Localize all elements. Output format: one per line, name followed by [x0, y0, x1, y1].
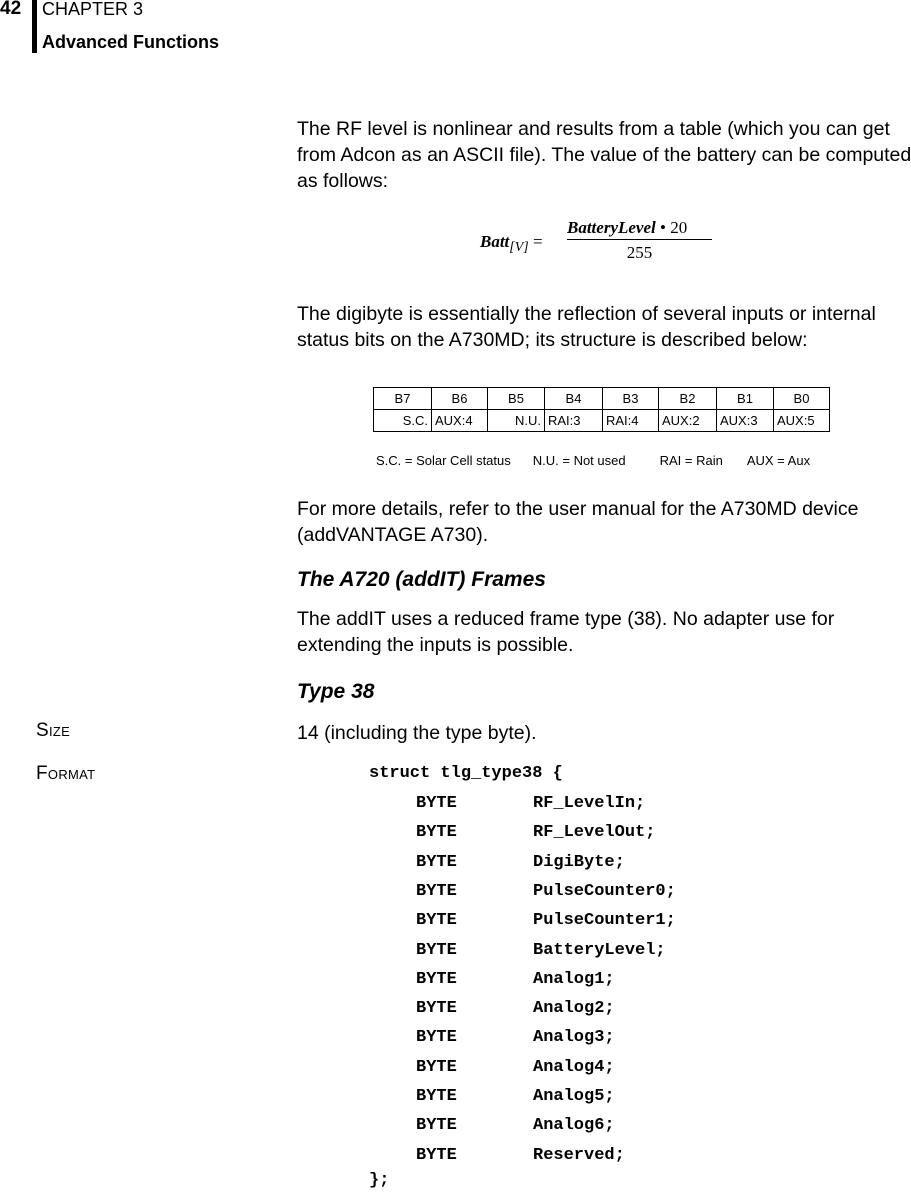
bit-value-cell: N.U.	[487, 409, 545, 432]
struct-member-name: Analog5;	[533, 1087, 615, 1106]
formula-lhs: Batt[V] =	[480, 232, 543, 255]
page-number: 42	[0, 0, 22, 19]
formula-denominator: 255	[626, 243, 653, 262]
struct-member-name: RF_LevelOut;	[533, 823, 656, 843]
bit-value-cell: AUX:4	[431, 409, 488, 432]
header-divider	[32, 0, 37, 53]
struct-member-name: DigiByte;	[533, 852, 625, 872]
struct-close: };	[369, 1171, 390, 1190]
struct-member-type: BYTE	[416, 1116, 457, 1136]
table-row: S.C. AUX:4 N.U. RAI:3 RAI:4 AUX:2 AUX:3 AUX:5	[373, 409, 830, 432]
bit-header-cell: B4	[544, 387, 603, 410]
bit-value-cell: S.C.	[373, 409, 432, 432]
heading-a720-frames: The A720 (addIT) Frames	[297, 568, 546, 591]
bit-header-cell: B1	[716, 387, 774, 410]
paragraph-more-details: For more details, refer to the user manu…	[297, 498, 859, 546]
size-label: Size	[36, 720, 71, 741]
bit-value-cell: AUX:3	[716, 409, 774, 432]
bit-table-legend: S.C. = Solar Cell status N.U. = Not used R…	[376, 453, 810, 468]
struct-member-type: BYTE	[416, 823, 457, 843]
paragraph-digibyte: The digibyte is essentially the reflecti…	[297, 303, 876, 351]
chapter-label: CHAPTER 3	[42, 0, 144, 19]
heading-type38: Type 38	[297, 680, 375, 703]
paragraph-addit: The addIT uses a reduced frame type (38)…	[297, 608, 835, 656]
struct-member-name: RF_LevelIn;	[533, 794, 646, 813]
bit-header-cell: B3	[602, 387, 659, 410]
struct-member-type: BYTE	[416, 940, 457, 960]
struct-member-name: Analog4;	[533, 1057, 615, 1077]
legend-item: S.C. = Solar Cell status	[376, 453, 511, 468]
struct-member-type: BYTE	[416, 1028, 457, 1048]
bit-value-cell: AUX:2	[658, 409, 717, 432]
bit-header-cell: B6	[431, 387, 488, 410]
struct-member-name: Analog2;	[533, 999, 615, 1019]
legend-item: AUX = Aux	[746, 453, 811, 468]
format-label: Format	[36, 763, 96, 784]
bit-value-cell: RAI:3	[544, 409, 603, 432]
legend-item: N.U. = Not used	[532, 453, 626, 468]
bit-header-cell: B0	[773, 387, 830, 410]
paragraph-rf-level: The RF level is nonlinear and results fr…	[297, 118, 911, 192]
struct-member-name: Reserved;	[533, 1145, 625, 1165]
struct-member-name: Analog3;	[533, 1028, 615, 1048]
size-value: 14 (including the type byte).	[297, 722, 537, 744]
formula-numerator: BatteryLevel • 20	[567, 218, 712, 240]
struct-member-type: BYTE	[416, 999, 457, 1019]
struct-member-name: BatteryLevel;	[533, 940, 666, 960]
struct-member-type: BYTE	[416, 1057, 457, 1077]
struct-member-type: BYTE	[416, 1087, 457, 1106]
bit-value-cell: RAI:4	[602, 409, 659, 432]
bit-header-cell: B2	[658, 387, 717, 410]
struct-member-type: BYTE	[416, 794, 457, 813]
struct-member-name: Analog6;	[533, 1116, 615, 1136]
struct-member-type: BYTE	[416, 911, 457, 931]
bit-value-cell: AUX:5	[773, 409, 830, 432]
struct-member-type: BYTE	[416, 852, 457, 872]
digibyte-table: B7 B6 B5 B4 B3 B2 B1 B0 S.C. AUX:4 N.U. RAI:3 RAI:4…	[373, 387, 830, 432]
struct-member-name: PulseCounter0;	[533, 881, 676, 901]
struct-member-type: BYTE	[416, 1145, 457, 1165]
legend-item: RAI = Rain	[659, 453, 723, 468]
struct-open: struct tlg_type38 {	[369, 764, 563, 783]
struct-member-type: BYTE	[416, 881, 457, 901]
struct-member-name: PulseCounter1;	[533, 911, 676, 931]
table-header-row: B7 B6 B5 B4 B3 B2 B1 B0	[373, 387, 830, 410]
struct-member-type: BYTE	[416, 969, 457, 989]
struct-member-name: Analog1;	[533, 969, 615, 989]
section-title: Advanced Functions	[42, 32, 220, 52]
bit-header-cell: B5	[487, 387, 545, 410]
bit-header-cell: B7	[373, 387, 432, 410]
